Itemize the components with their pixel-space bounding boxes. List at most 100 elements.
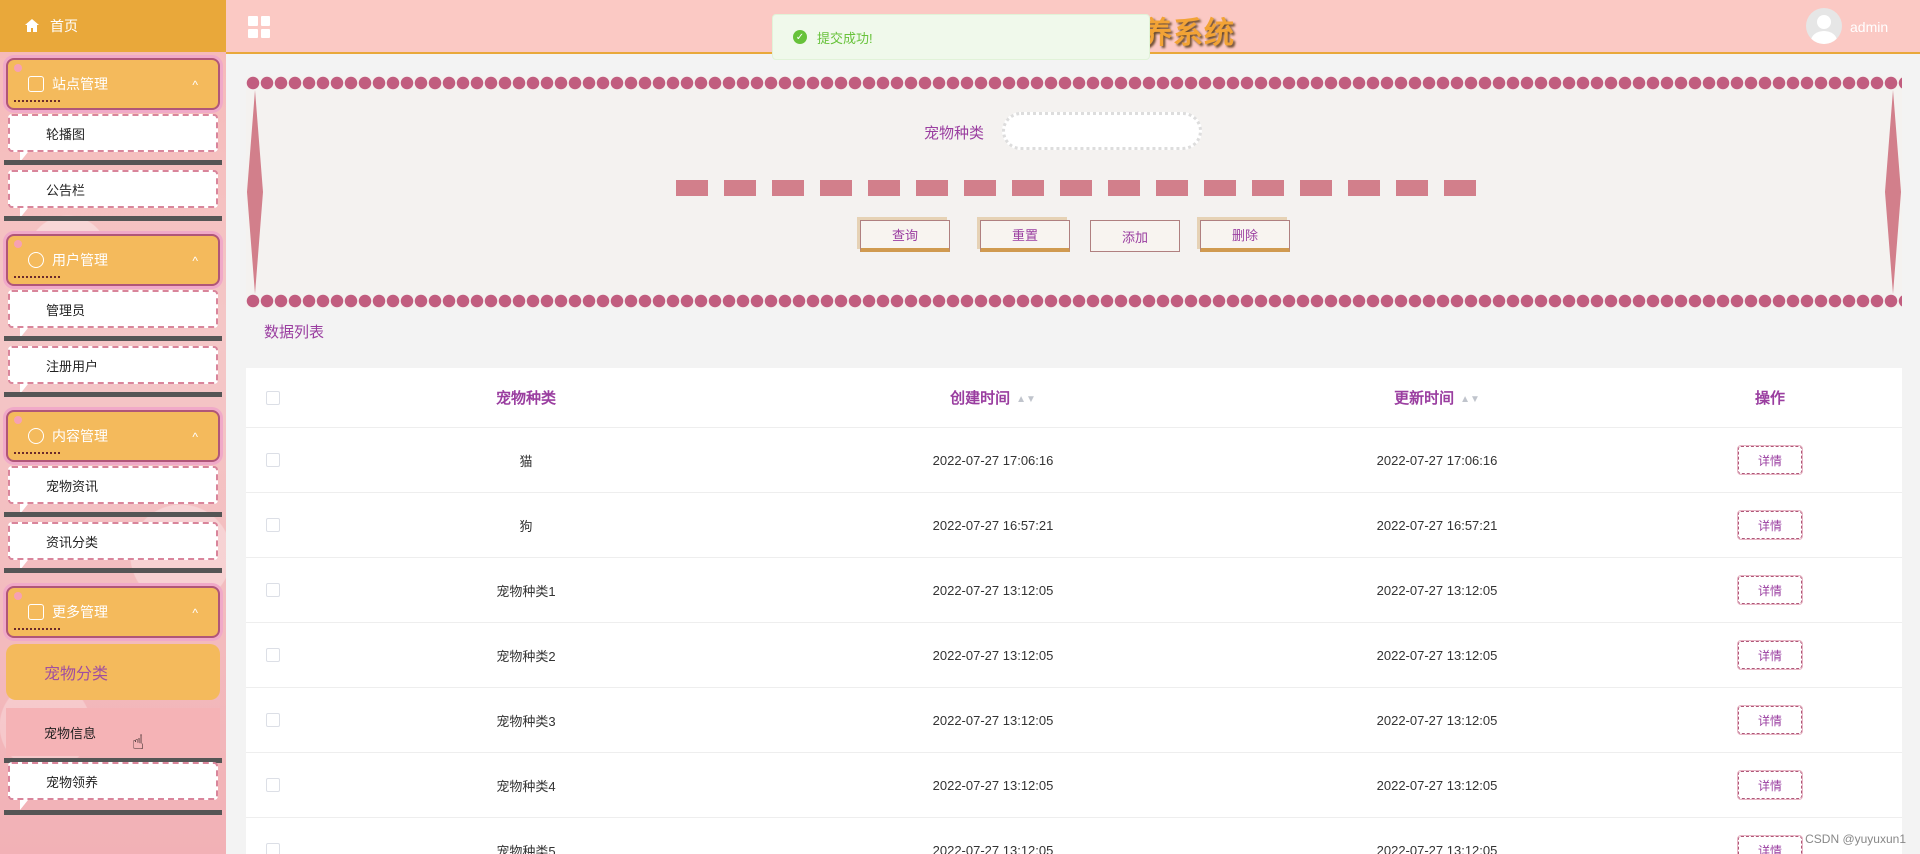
sidebar-group-more[interactable]: 更多管理 ^ xyxy=(6,586,220,638)
column-header-updated[interactable]: 更新时间 ▲▼ xyxy=(1312,387,1562,408)
table-header: 宠物种类 创建时间 ▲▼ 更新时间 ▲▼ 操作 xyxy=(246,368,1902,428)
watermark: CSDN @yuyuxun1 xyxy=(1805,832,1906,846)
panel-border-right xyxy=(1884,76,1902,308)
sidebar-item-notice[interactable]: 公告栏 xyxy=(8,170,218,218)
sidebar-item-registered-users[interactable]: 注册用户 xyxy=(8,346,218,394)
cell-updated-time: 2022-07-27 13:12:05 xyxy=(1376,777,1498,793)
sidebar-group-users[interactable]: 用户管理 ^ xyxy=(6,234,220,286)
dot-decoration xyxy=(14,240,22,248)
sidebar-item-label: 资讯分类 xyxy=(46,534,99,550)
cell-created-time: 2022-07-27 13:12:05 xyxy=(932,712,1054,728)
cell-updated-time: 2022-07-27 13:12:05 xyxy=(1376,582,1498,598)
column-header-created[interactable]: 创建时间 ▲▼ xyxy=(868,387,1118,408)
search-panel: 宠物种类 查询 重置 添加 删除 xyxy=(246,76,1902,308)
sort-icon[interactable]: ▲▼ xyxy=(1460,394,1480,405)
row-checkbox[interactable] xyxy=(266,778,280,792)
cell-updated-time: 2022-07-27 13:12:05 xyxy=(1376,842,1498,854)
sidebar-group-site[interactable]: 站点管理 ^ xyxy=(6,58,220,110)
dashed-divider xyxy=(676,180,1476,196)
cell-pet-category: 宠物种类4 xyxy=(496,778,556,794)
sidebar-item-news-category[interactable]: 资讯分类 xyxy=(8,522,218,570)
chat-icon xyxy=(28,428,44,444)
wavy-decoration xyxy=(14,450,60,454)
table-row: 宠物种类2 2022-07-27 13:12:05 2022-07-27 13:12… xyxy=(246,623,1902,688)
chevron-up-icon: ^ xyxy=(192,430,198,444)
sidebar-item-label: 宠物领养 xyxy=(46,774,99,790)
row-checkbox[interactable] xyxy=(266,713,280,727)
sidebar-item-label: 注册用户 xyxy=(46,358,99,374)
detail-button[interactable]: 详情 xyxy=(1737,445,1803,475)
cell-pet-category: 猫 xyxy=(519,453,533,469)
detail-button[interactable]: 详情 xyxy=(1737,640,1803,670)
pet-category-input[interactable] xyxy=(1002,112,1202,150)
detail-button[interactable]: 详情 xyxy=(1737,575,1803,605)
column-label: 更新时间 xyxy=(1394,390,1455,407)
divider xyxy=(4,512,222,517)
column-header-pet-category: 宠物种类 xyxy=(495,390,556,407)
row-checkbox[interactable] xyxy=(266,648,280,662)
cell-pet-category: 宠物种类1 xyxy=(496,583,556,599)
query-button[interactable]: 查询 xyxy=(860,220,950,252)
check-circle-icon: ✓ xyxy=(793,30,807,44)
sidebar-item-admins[interactable]: 管理员 xyxy=(8,290,218,338)
chevron-up-icon: ^ xyxy=(192,254,198,268)
select-all-checkbox[interactable] xyxy=(266,390,280,405)
avatar[interactable] xyxy=(1806,8,1842,44)
table-row: 宠物种类4 2022-07-27 13:12:05 2022-07-27 13:12… xyxy=(246,753,1902,818)
table-row: 宠物种类1 2022-07-27 13:12:05 2022-07-27 13:12… xyxy=(246,558,1902,623)
cell-pet-category: 宠物种类2 xyxy=(496,648,556,664)
cell-created-time: 2022-07-27 13:12:05 xyxy=(932,842,1054,854)
user-icon xyxy=(28,252,44,268)
success-toast: ✓ 提交成功! xyxy=(772,14,1150,60)
add-button[interactable]: 添加 xyxy=(1090,220,1180,252)
username[interactable]: admin xyxy=(1850,19,1888,35)
divider xyxy=(4,336,222,341)
table-row: 宠物种类3 2022-07-27 13:12:05 2022-07-27 13:12… xyxy=(246,688,1902,753)
panel-border-top xyxy=(246,76,1902,90)
sidebar-item-pet-category[interactable]: 宠物分类 xyxy=(6,644,220,700)
row-checkbox[interactable] xyxy=(266,843,280,854)
wavy-decoration xyxy=(14,274,60,278)
sidebar-home-label: 首页 xyxy=(50,18,78,34)
dot-decoration xyxy=(14,592,22,600)
chevron-up-icon: ^ xyxy=(192,78,198,92)
divider xyxy=(4,160,222,165)
dot-decoration xyxy=(14,64,22,72)
column-header-action: 操作 xyxy=(1754,390,1785,407)
sidebar-group-label: 内容管理 xyxy=(52,428,108,444)
delete-button[interactable]: 删除 xyxy=(1200,220,1290,252)
table-row: 宠物种类5 2022-07-27 13:12:05 2022-07-27 13:12… xyxy=(246,818,1902,854)
row-checkbox[interactable] xyxy=(266,583,280,597)
cell-created-time: 2022-07-27 17:06:16 xyxy=(932,452,1054,468)
column-label: 创建时间 xyxy=(950,390,1011,407)
detail-button[interactable]: 详情 xyxy=(1737,705,1803,735)
sort-icon[interactable]: ▲▼ xyxy=(1016,394,1036,405)
sidebar-group-label: 更多管理 xyxy=(52,604,108,620)
divider xyxy=(4,392,222,397)
cell-updated-time: 2022-07-27 13:12:05 xyxy=(1376,712,1498,728)
detail-button[interactable]: 详情 xyxy=(1737,510,1803,540)
sidebar-item-carousel[interactable]: 轮播图 xyxy=(8,114,218,162)
table-row: 狗 2022-07-27 16:57:21 2022-07-27 16:57:21 详… xyxy=(246,493,1902,558)
row-checkbox[interactable] xyxy=(266,518,280,532)
sidebar-item-home[interactable]: 首页 xyxy=(0,0,226,52)
row-checkbox[interactable] xyxy=(266,453,280,467)
divider xyxy=(4,568,222,573)
copy-icon xyxy=(28,604,44,620)
sidebar: 首页 站点管理 ^ 轮播图 公告栏 用户管理 ^ 管理员 注册用户 内容管理 ^… xyxy=(0,0,226,854)
sidebar-item-pet-adoption[interactable]: 宠物领养 xyxy=(8,762,218,810)
detail-button[interactable]: 详情 xyxy=(1737,770,1803,800)
sidebar-group-label: 用户管理 xyxy=(52,252,108,268)
detail-button[interactable]: 详情 xyxy=(1737,835,1803,854)
grid-menu-icon[interactable] xyxy=(248,16,270,38)
sidebar-group-content[interactable]: 内容管理 ^ xyxy=(6,410,220,462)
hand-cursor-icon: ☝ xyxy=(132,732,145,754)
pet-category-label: 宠物种类 xyxy=(924,125,985,142)
sidebar-item-pet-news[interactable]: 宠物资讯 xyxy=(8,466,218,514)
reset-button[interactable]: 重置 xyxy=(980,220,1070,252)
sidebar-item-pet-info[interactable]: 宠物信息 xyxy=(6,708,220,756)
monitor-icon xyxy=(28,76,44,92)
wavy-decoration xyxy=(14,626,60,630)
data-table: 宠物种类 创建时间 ▲▼ 更新时间 ▲▼ 操作 猫 2022-07-27 17:06:… xyxy=(246,368,1902,854)
sidebar-item-label: 管理员 xyxy=(46,302,86,318)
